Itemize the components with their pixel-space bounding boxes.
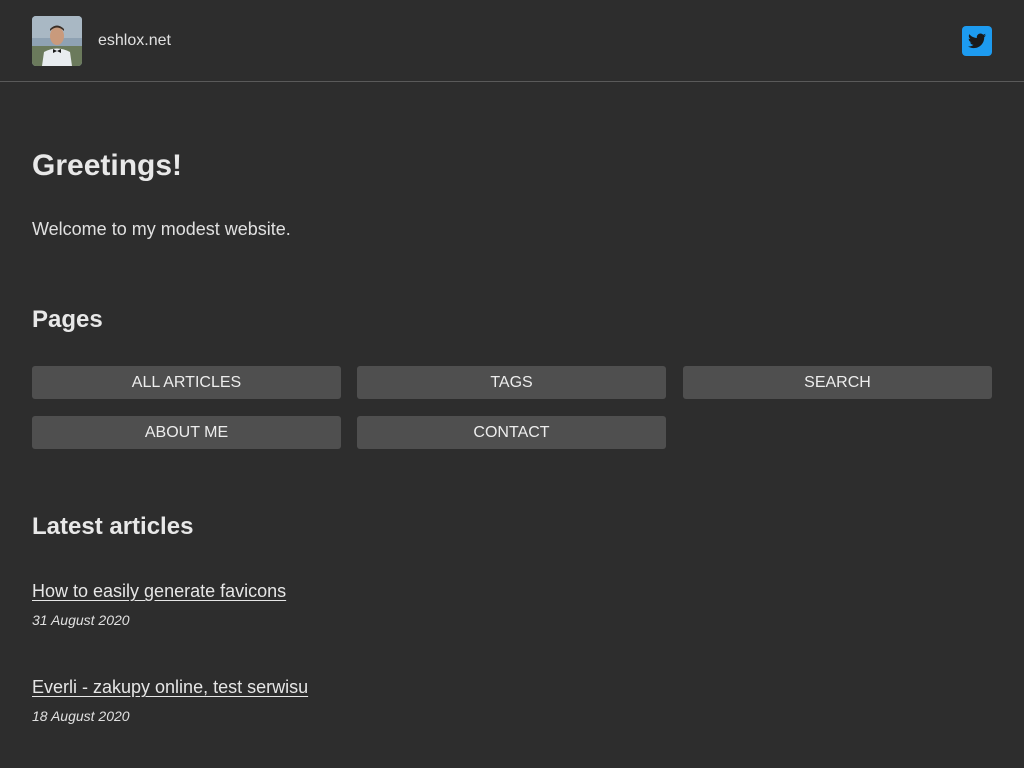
twitter-icon[interactable] bbox=[962, 26, 992, 56]
contact-button[interactable]: CONTACT bbox=[357, 416, 666, 449]
latest-articles-heading: Latest articles bbox=[32, 513, 194, 540]
about-me-button[interactable]: ABOUT ME bbox=[32, 416, 341, 449]
profile-photo-icon bbox=[32, 16, 82, 66]
article-link[interactable]: How to easily generate favicons bbox=[32, 580, 286, 602]
article-date: 31 August 2020 bbox=[32, 612, 130, 628]
page-title: Greetings! bbox=[32, 149, 183, 182]
tags-button[interactable]: TAGS bbox=[357, 366, 666, 399]
site-name-link[interactable]: eshlox.net bbox=[98, 32, 171, 50]
site-header: eshlox.net bbox=[0, 0, 1024, 82]
all-articles-button[interactable]: ALL ARTICLES bbox=[32, 366, 341, 399]
avatar[interactable] bbox=[32, 16, 82, 66]
article-link[interactable]: Everli - zakupy online, test serwisu bbox=[32, 676, 308, 698]
article-date: 18 August 2020 bbox=[32, 708, 130, 724]
welcome-text: Welcome to my modest website. bbox=[32, 219, 291, 239]
search-button[interactable]: SEARCH bbox=[683, 366, 992, 399]
pages-heading: Pages bbox=[32, 306, 103, 333]
